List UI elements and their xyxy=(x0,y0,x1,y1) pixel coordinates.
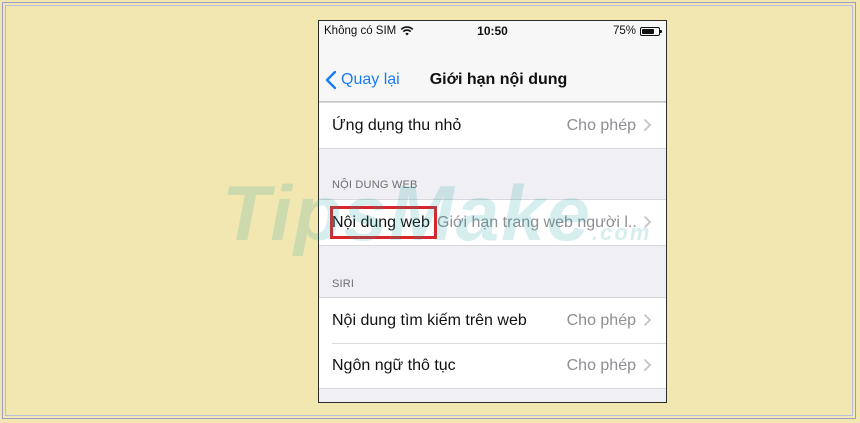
list-item-app-clips[interactable]: Ứng dụng thu nhỏ Cho phép xyxy=(319,103,666,148)
row-label: Ngôn ngữ thô tục xyxy=(332,356,456,374)
chevron-right-icon xyxy=(644,216,652,228)
web-section: Nội dung web Giới hạn trang web người l.… xyxy=(319,199,666,246)
row-label: Ứng dụng thu nhỏ xyxy=(332,116,462,134)
phone-screen: Không có SIM 10:50 75% Quay lại Giới hạn… xyxy=(318,20,667,403)
row-label: Nội dung tìm kiếm trên web xyxy=(332,311,527,329)
siri-section: Nội dung tìm kiếm trên web Cho phép Ngôn… xyxy=(319,297,666,389)
wifi-icon xyxy=(400,26,414,36)
section-header-siri: SIRI xyxy=(332,278,355,290)
battery-icon xyxy=(640,26,662,36)
battery-percent: 75% xyxy=(612,25,636,37)
status-bar: Không có SIM 10:50 75% xyxy=(319,21,666,43)
row-value: Cho phép xyxy=(566,116,636,134)
navigation-bar: Quay lại Giới hạn nội dung xyxy=(319,43,666,102)
list-item-explicit-language[interactable]: Ngôn ngữ thô tục Cho phép xyxy=(319,343,666,388)
battery-level xyxy=(642,28,654,34)
page-title: Giới hạn nội dung xyxy=(429,71,568,88)
row-value: Cho phép xyxy=(566,356,636,374)
chevron-right-icon xyxy=(644,119,652,131)
list-item-web-content[interactable]: Nội dung web Giới hạn trang web người l.… xyxy=(319,200,666,245)
row-label: Nội dung web xyxy=(332,213,430,231)
row-value: Giới hạn trang web người l... xyxy=(437,213,636,231)
section-header-web: NỘI DUNG WEB xyxy=(332,179,418,191)
chevron-right-icon xyxy=(644,359,652,371)
chevron-right-icon xyxy=(644,314,652,326)
row-value: Cho phép xyxy=(566,311,636,329)
clock: 10:50 xyxy=(477,24,508,38)
carrier-label: Không có SIM xyxy=(324,25,397,37)
list-item-web-search-content[interactable]: Nội dung tìm kiếm trên web Cho phép xyxy=(319,298,666,343)
apps-section: Ứng dụng thu nhỏ Cho phép xyxy=(319,102,666,149)
